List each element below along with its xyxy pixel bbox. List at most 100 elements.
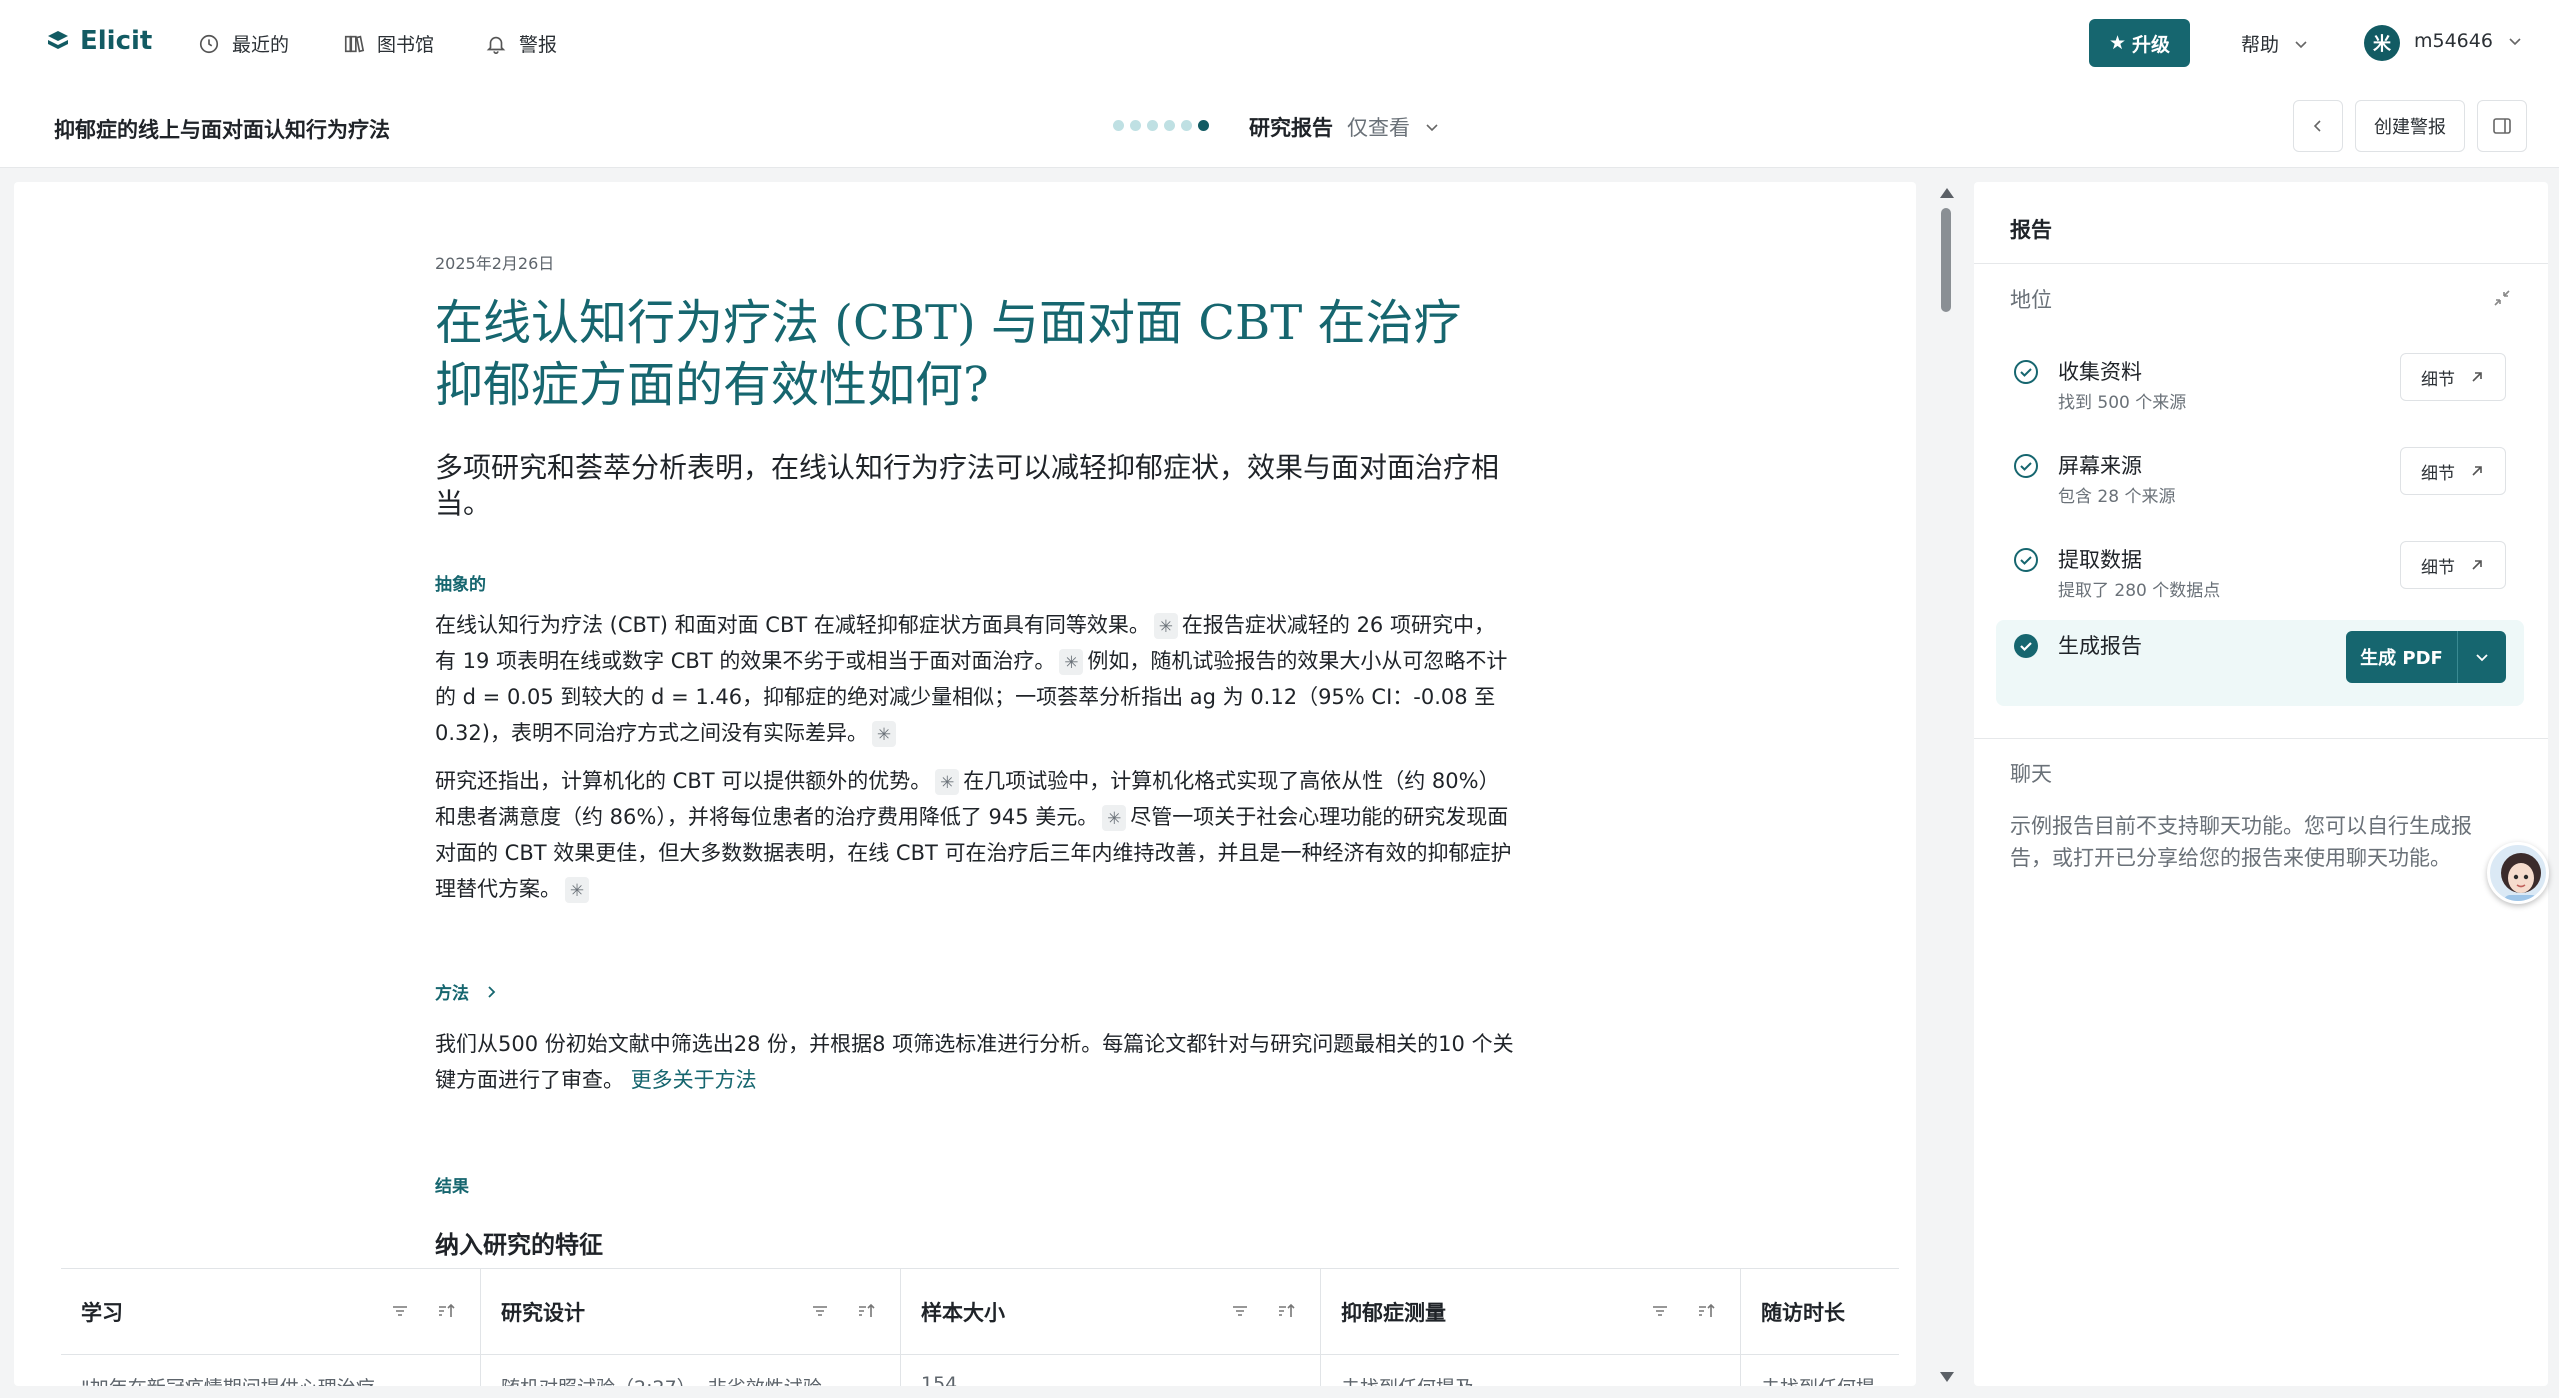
citation-button[interactable]: ✳ [935,769,960,795]
details-label: 细节 [2421,369,2455,390]
check-circle-icon [2014,454,2038,478]
step-subtitle: 找到 500 个来源 [2058,393,2187,413]
filter-icon[interactable] [810,1301,830,1321]
create-alert-button[interactable]: 创建警报 [2355,100,2465,152]
nav-library[interactable]: 图书馆 [343,30,434,57]
scrollbar[interactable] [1936,182,1952,1386]
elicit-logo[interactable]: Elicit [46,26,152,56]
nav-library-label: 图书馆 [377,34,435,56]
column-header-label: 抑郁症测量 [1341,1300,1446,1325]
column-header-sample-size[interactable]: 样本大小 [901,1269,1321,1354]
studies-table: 学习 研究设计 样本大小 抑郁症测量 随访时长 "加年在新冠疫情期间提供心理治疗… [61,1268,1899,1386]
sort-icon[interactable] [856,1301,876,1321]
column-header-depression-measure[interactable]: 抑郁症测量 [1321,1269,1741,1354]
back-button[interactable] [2293,100,2343,152]
clock-icon [199,34,219,53]
external-arrow-icon [2472,372,2482,382]
details-label: 细节 [2421,557,2455,578]
progress-dot [1181,120,1192,131]
citation-button[interactable]: ✳ [871,721,896,747]
abstract-paragraph-1: 在线认知行为疗法 (CBT) 和面对面 CBT 在减轻抑郁症状方面具有同等效果。… [435,607,1515,751]
column-header-design[interactable]: 研究设计 [481,1269,901,1354]
chevron-down-icon [2476,654,2488,662]
step-collect-data: 收集资料 找到 500 个来源 细节 [1996,346,2524,432]
column-header-label: 样本大小 [921,1300,1005,1325]
filter-icon[interactable] [1650,1301,1670,1321]
progress-dot [1113,120,1124,131]
sort-icon[interactable] [1276,1301,1296,1321]
report-type-selector[interactable]: 研究报告 仅查看 [1249,112,1440,142]
methods-paragraph: 我们从500 份初始文献中筛选出28 份，并根据8 项筛选标准进行分析。每篇论文… [435,1026,1515,1098]
avatar[interactable]: 米 [2364,25,2400,61]
abstract-sentence: 在线认知行为疗法 (CBT) 和面对面 CBT 在减轻抑郁症状方面具有同等效果。 [435,613,1150,637]
external-arrow-icon [2472,466,2482,476]
chat-unavailable-message: 示例报告目前不支持聊天功能。您可以自行生成报告，或打开已分享给您的报告来使用聊天… [2010,814,2472,870]
report-title: 在线认知行为疗法 (CBT) 与面对面 CBT 在治疗抑郁症方面的有效性如何? [435,295,1462,413]
table-cell: 未找到任何提 [1741,1355,1899,1386]
toggle-sidebar-button[interactable] [2477,100,2527,152]
step-title: 屏幕来源 [2058,454,2142,478]
sort-icon[interactable] [1696,1301,1716,1321]
divider [1974,738,2548,739]
star-icon: ★ [2108,32,2127,54]
citation-button[interactable]: ✳ [1153,613,1178,639]
chevron-down-icon [2295,40,2307,48]
report-panel: 2025年2月26日 在线认知行为疗法 (CBT) 与面对面 CBT 在治疗抑郁… [14,182,1916,1386]
nav-alerts[interactable]: 警报 [485,30,557,57]
nav-recent-label: 最近的 [232,34,290,56]
report-date: 2025年2月26日 [435,254,555,273]
chat-label: 聊天 [2010,762,2052,786]
user-menu[interactable]: m54646 [2414,30,2523,52]
abstract-paragraph-2: 研究还指出，计算机化的 CBT 可以提供额外的优势。 ✳ 在几项试验中，计算机化格式… [435,763,1515,907]
help-label: 帮助 [2241,34,2280,56]
step-title: 生成报告 [2058,634,2142,658]
table-cell: 随机对照试验（2:27）, 非劣效性试验 [481,1355,901,1386]
abstract-sentence: 研究还指出，计算机化的 CBT 可以提供额外的优势。 [435,769,932,793]
nav-alerts-label: 警报 [519,34,558,56]
generate-pdf-button[interactable]: 生成 PDF [2346,631,2458,683]
results-label: 结果 [435,1177,469,1197]
step-subtitle: 提取了 280 个数据点 [2058,581,2221,601]
bell-icon [486,36,506,54]
scrollbar-thumb[interactable] [1941,208,1951,312]
more-methods-link[interactable]: 更多关于方法 [631,1068,757,1092]
scroll-up-arrow[interactable] [1940,188,1954,198]
books-icon [344,35,365,52]
citation-button[interactable]: ✳ [1059,649,1084,675]
assistant-avatar-button[interactable] [2487,842,2549,904]
sort-icon[interactable] [436,1301,456,1321]
report-type-label: 研究报告 [1249,116,1333,140]
citation-button[interactable]: ✳ [565,877,589,903]
status-label: 地位 [2010,288,2052,312]
sidebar-title: 报告 [1974,182,2548,264]
username: m54646 [2414,30,2493,52]
chevron-down-icon [2509,38,2521,46]
nav-recent[interactable]: 最近的 [198,30,289,57]
report-lead: 多项研究和荟萃分析表明，在线认知行为疗法可以减轻抑郁症状，效果与面对面治疗相当。 [435,451,1500,520]
methods-text: 我们从500 份初始文献中筛选出28 份，并根据8 项筛选标准进行分析。每篇论文… [435,1032,1514,1092]
column-header-study[interactable]: 学习 [61,1269,481,1354]
step-subtitle: 包含 28 个来源 [2058,487,2176,507]
methods-toggle[interactable]: 方法 [435,979,1515,1004]
chevron-right-icon [488,985,496,998]
help-menu[interactable]: 帮助 [2241,30,2309,57]
filter-icon[interactable] [1230,1301,1250,1321]
collapse-icon[interactable] [2492,288,2512,308]
generate-pdf-split-button: 生成 PDF [2346,631,2506,683]
citation-button[interactable]: ✳ [1102,805,1127,831]
column-header-label: 随访时长 [1761,1300,1845,1325]
column-header-label: 学习 [81,1300,123,1325]
upgrade-button[interactable]: ★ 升级 [2089,19,2190,67]
progress-dot [1130,120,1141,131]
elicit-logo-icon [48,31,68,49]
details-button[interactable]: 细节 [2400,353,2506,401]
filter-icon[interactable] [390,1301,410,1321]
column-header-followup[interactable]: 随访时长 [1741,1269,1899,1354]
details-button[interactable]: 细节 [2400,541,2506,589]
details-button[interactable]: 细节 [2400,447,2506,495]
top-bar: Elicit 最近的 图书馆 警报 ★ 升级 帮助 米 m54646 [0,0,2559,84]
report-content: 2025年2月26日 在线认知行为疗法 (CBT) 与面对面 CBT 在治疗抑郁… [435,250,1515,1260]
pdf-options-dropdown[interactable] [2458,631,2506,683]
scroll-down-arrow[interactable] [1940,1372,1954,1382]
table-row[interactable]: "加年在新冠疫情期间提供心理治疗 随机对照试验（2:27）, 非劣效性试验 15… [61,1355,1899,1386]
